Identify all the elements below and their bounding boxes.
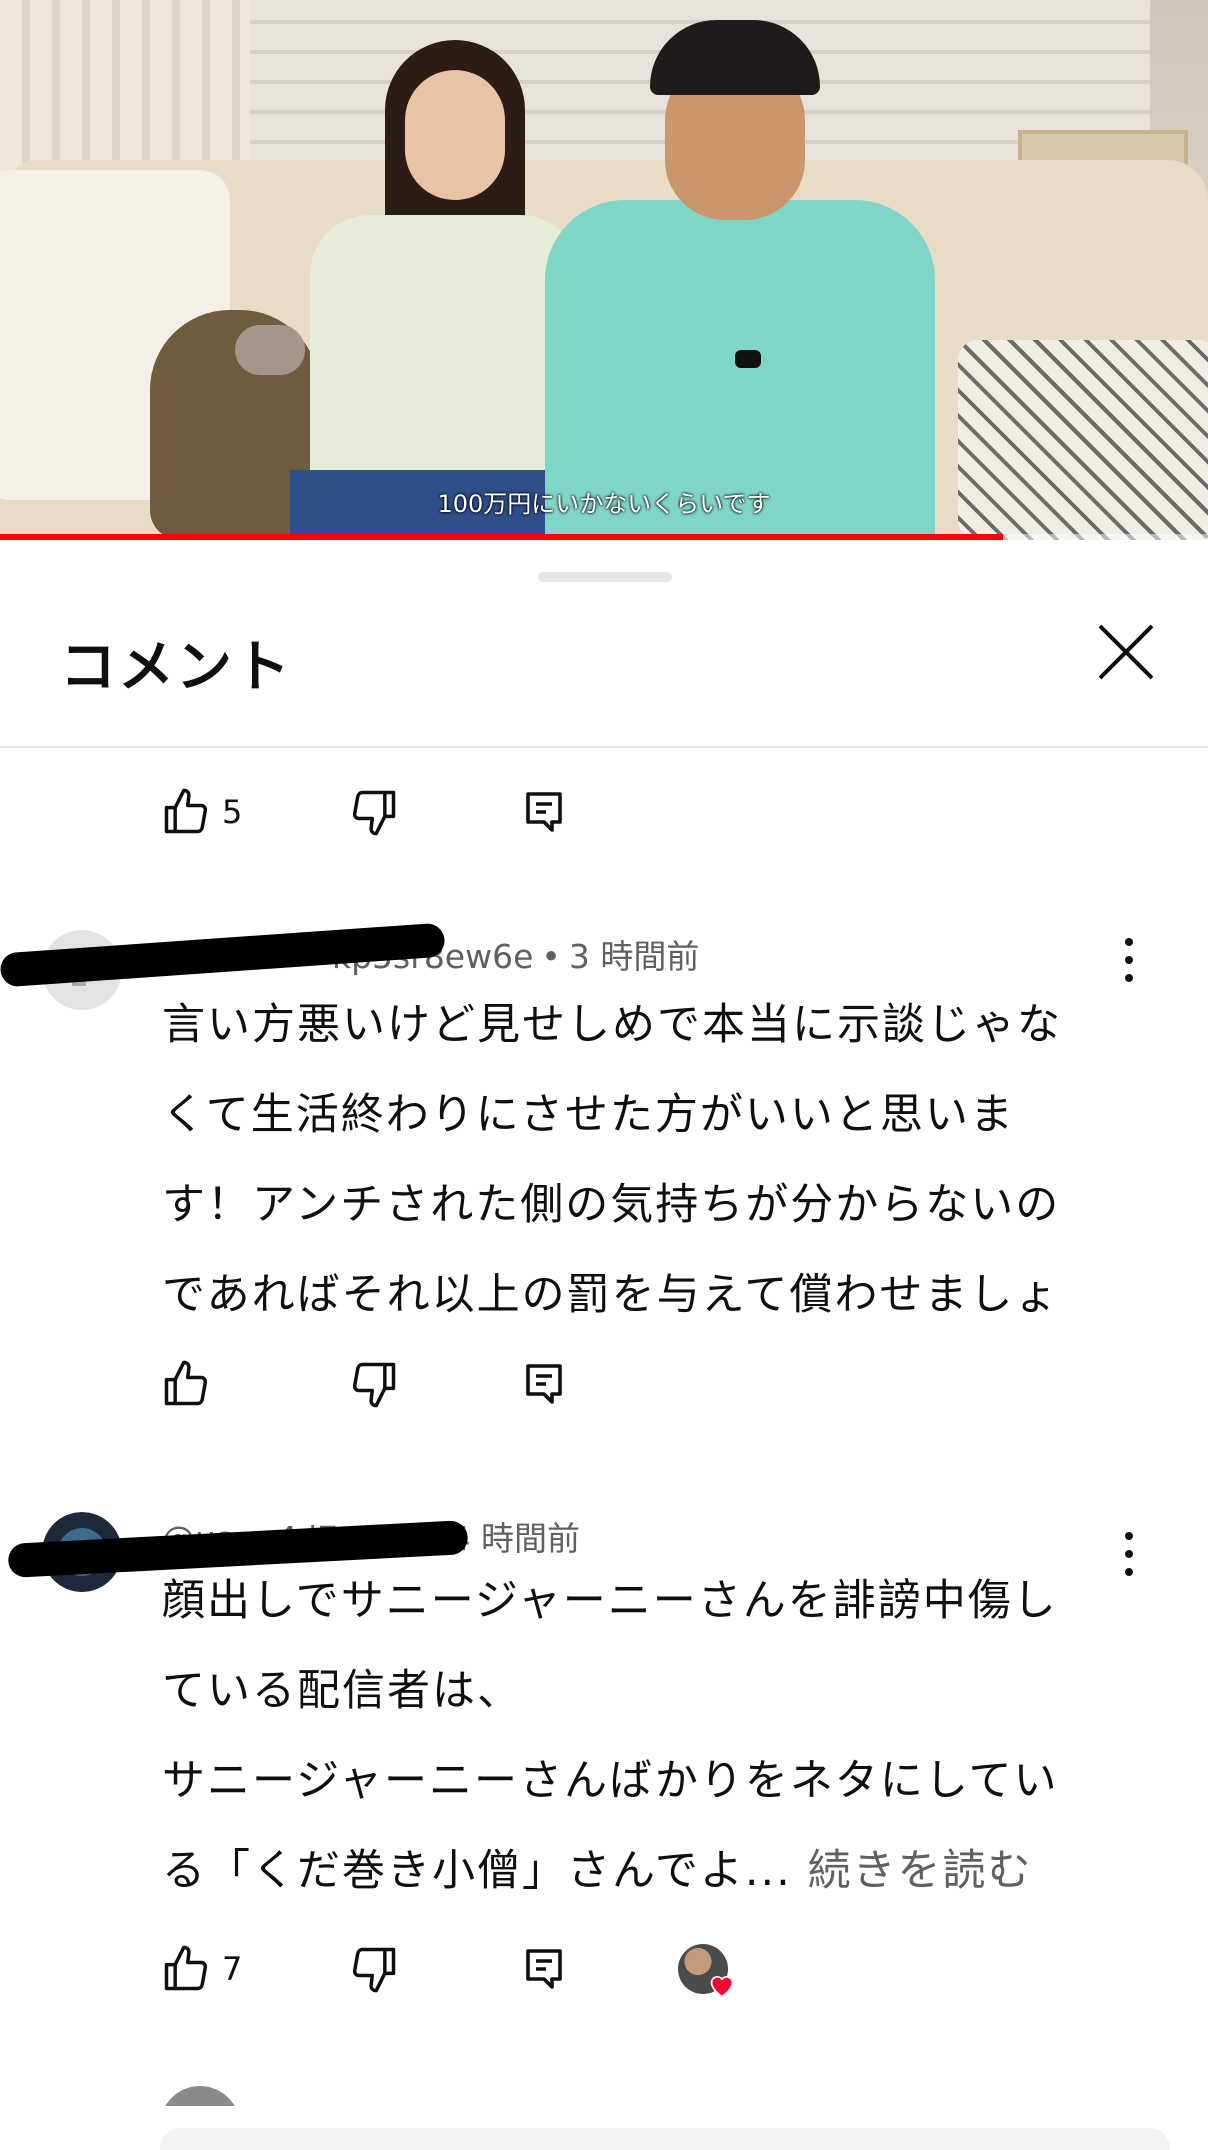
close-button[interactable] bbox=[1090, 616, 1162, 688]
comments-sheet: コメント 5 kp5sr8ew6e•3 時 bbox=[0, 546, 1208, 2150]
comment-line: 顔出しでサニージャーニーさんを誹謗中傷し bbox=[162, 1576, 1058, 1626]
comment-time: 3 時間前 bbox=[568, 937, 700, 976]
comment-line: であればそれ以上の罰を与えて償わせましょ bbox=[162, 1270, 1060, 1320]
comment-time: 4 時間前 bbox=[449, 1519, 581, 1558]
drag-handle[interactable] bbox=[538, 572, 672, 582]
like-count: 5 bbox=[222, 793, 243, 831]
video-player[interactable]: 100万円にいかないくらいです bbox=[0, 0, 1208, 540]
like-count: 7 bbox=[222, 1950, 243, 1988]
read-more-link[interactable]: 続きを読む bbox=[808, 1846, 1033, 1896]
thumbs-up-icon bbox=[164, 1945, 208, 1991]
dislike-button[interactable] bbox=[348, 1358, 400, 1410]
reply-button[interactable] bbox=[520, 1360, 568, 1408]
thumbs-down-icon bbox=[352, 1947, 396, 1993]
close-icon bbox=[1098, 624, 1154, 680]
comment-line: す！アンチされた側の気持ちが分からないの bbox=[162, 1180, 1061, 1230]
comment-line: サニージャーニーさんばかりをネタにしてい bbox=[162, 1756, 1059, 1806]
thumbs-up-icon bbox=[164, 1360, 208, 1406]
reply-icon bbox=[526, 1364, 562, 1404]
reply-icon bbox=[526, 792, 562, 832]
reply-button[interactable] bbox=[520, 788, 568, 836]
comment-text: 顔出しでサニージャーニーさんを誹謗中傷し ている配信者は、 サニージャーニーさん… bbox=[162, 1556, 1122, 1916]
like-button[interactable] bbox=[160, 1358, 222, 1410]
reply-button[interactable] bbox=[520, 1945, 568, 1993]
thumbs-up-icon bbox=[164, 788, 208, 834]
dislike-button[interactable] bbox=[348, 786, 400, 838]
sheet-divider bbox=[0, 746, 1208, 748]
comment-line: 言い方悪いけど見せしめで本当に示談じゃな bbox=[162, 1000, 1062, 1050]
reply-icon bbox=[526, 1949, 562, 1989]
person-woman-face bbox=[405, 70, 505, 200]
like-button[interactable]: 7 bbox=[160, 1943, 242, 1995]
sloth-plush-face bbox=[235, 325, 305, 375]
comment-line: くて生活終わりにさせた方がいいと思いま bbox=[162, 1090, 1015, 1140]
dislike-button[interactable] bbox=[348, 1943, 400, 1995]
comment-text: 言い方悪いけど見せしめで本当に示談じゃな くて生活終わりにさせた方がいいと思いま… bbox=[162, 980, 1122, 1340]
comment-line: る「くだ巻き小僧」さんでよ... 続きを読む bbox=[162, 1826, 1122, 1916]
video-progress-bar[interactable] bbox=[0, 534, 1208, 540]
thumbs-down-icon bbox=[352, 1362, 396, 1408]
thumbs-down-icon bbox=[352, 790, 396, 836]
like-button[interactable]: 5 bbox=[160, 786, 242, 838]
comment-line-text: る「くだ巻き小僧」さんでよ... bbox=[162, 1846, 792, 1896]
lapel-mic bbox=[735, 350, 761, 368]
separator-dot: • bbox=[541, 937, 561, 976]
comment-line: ている配信者は、 bbox=[162, 1666, 522, 1716]
video-subtitle: 100万円にいかないくらいです bbox=[437, 490, 771, 518]
video-progress-fill bbox=[0, 534, 1003, 540]
sheet-title: コメント bbox=[60, 635, 292, 700]
creator-heart-badge bbox=[678, 1944, 734, 1998]
heart-icon bbox=[710, 1975, 734, 1998]
comment-input-bar[interactable] bbox=[160, 2128, 1170, 2150]
